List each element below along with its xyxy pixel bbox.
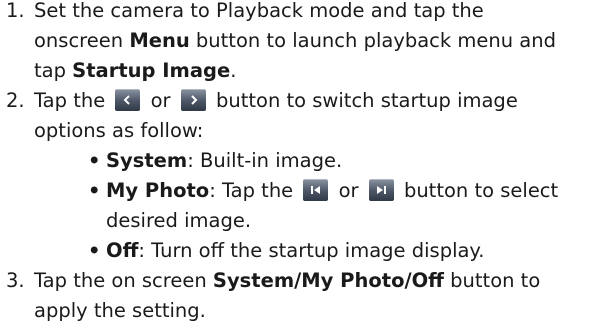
option-line-2: desired image. bbox=[106, 206, 613, 236]
step-number: 1. bbox=[6, 0, 25, 22]
option-label: My Photo bbox=[106, 179, 210, 202]
option-my-photo: • My Photo: Tap the or button to select … bbox=[34, 176, 613, 236]
instruction-list: 1. Set the camera to Playback mode and t… bbox=[0, 0, 613, 326]
step-3: 3. Tap the on screen System/My Photo/Off… bbox=[0, 266, 613, 326]
step-text: apply the setting. bbox=[34, 299, 206, 322]
step-text: button to switch startup image bbox=[209, 89, 518, 112]
step-text: Tap the on screen bbox=[34, 269, 213, 292]
next-image-icon bbox=[368, 179, 394, 201]
step-text: onscreen bbox=[34, 29, 130, 52]
option-off: • Off: Turn off the startup image displa… bbox=[34, 236, 613, 266]
startup-image-label: Startup Image bbox=[72, 59, 231, 82]
step-text: tap bbox=[34, 59, 73, 82]
step-1: 1. Set the camera to Playback mode and t… bbox=[0, 0, 613, 86]
left-arrow-icon bbox=[115, 89, 141, 111]
step-1-line-2: onscreen Menu button to launch playback … bbox=[34, 26, 613, 56]
option-line-1: My Photo: Tap the or button to select bbox=[106, 176, 613, 206]
option-desc: desired image. bbox=[106, 209, 252, 232]
step-2-line-2: options as follow: bbox=[34, 116, 613, 146]
bullet: • bbox=[88, 239, 101, 262]
right-arrow-icon bbox=[180, 89, 206, 111]
option-desc: : Turn off the startup image display. bbox=[138, 239, 485, 262]
step-2: 2. Tap the or button to switch startup i… bbox=[0, 86, 613, 266]
step-text: options as follow: bbox=[34, 119, 204, 142]
step-3-line-1: Tap the on screen System/My Photo/Off bu… bbox=[34, 266, 613, 296]
step-3-line-2: apply the setting. bbox=[34, 296, 613, 326]
system-my-photo-off-label: System/My Photo/Off bbox=[212, 269, 444, 292]
step-2-line-1: Tap the or button to switch startup imag… bbox=[34, 86, 613, 116]
step-text: button to bbox=[443, 269, 541, 292]
option-desc: or bbox=[332, 179, 365, 202]
option-system: • System: Built-in image. bbox=[34, 146, 613, 176]
step-1-line-1: Set the camera to Playback mode and tap … bbox=[34, 0, 613, 26]
step-number: 2. bbox=[6, 89, 25, 112]
option-desc: : Built-in image. bbox=[187, 149, 343, 172]
step-text: Set the camera to Playback mode and tap … bbox=[34, 0, 484, 22]
step-1-line-3: tap Startup Image. bbox=[34, 56, 613, 86]
step-text: Tap the bbox=[34, 89, 112, 112]
step-text: . bbox=[230, 59, 237, 82]
bullet: • bbox=[88, 179, 101, 202]
previous-image-icon bbox=[303, 179, 329, 201]
option-desc: button to select bbox=[397, 179, 559, 202]
menu-button-label: Menu bbox=[129, 29, 190, 52]
step-text: or bbox=[144, 89, 177, 112]
option-label: Off bbox=[106, 239, 139, 262]
step-text: button to launch playback menu and bbox=[189, 29, 556, 52]
option-label: System bbox=[106, 149, 188, 172]
bullet: • bbox=[88, 149, 101, 172]
step-number: 3. bbox=[6, 269, 25, 292]
option-desc: : Tap the bbox=[209, 179, 300, 202]
